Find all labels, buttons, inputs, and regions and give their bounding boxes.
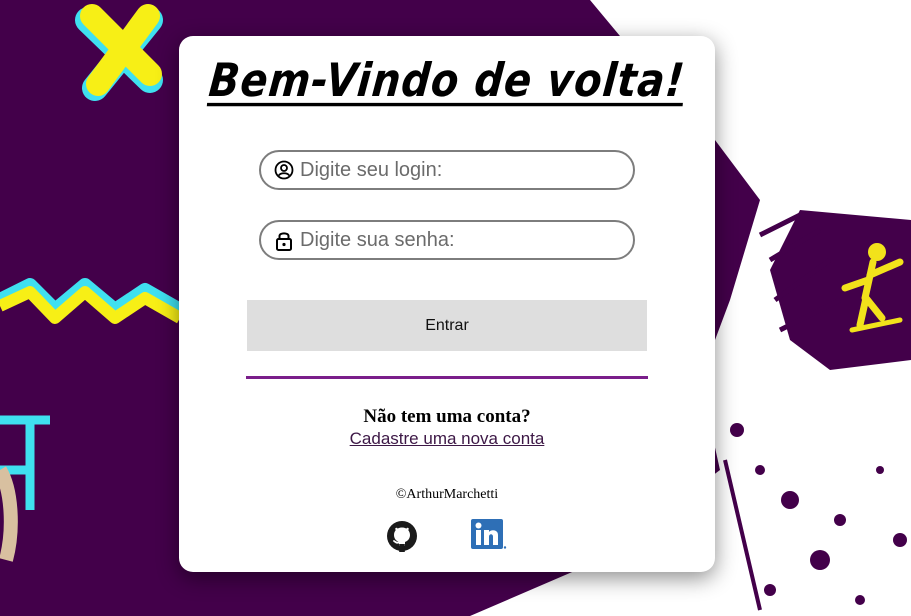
signup-question: Não tem uma conta? — [363, 406, 531, 427]
copyright-text: ©ArthurMarchetti — [395, 487, 499, 502]
login-input[interactable] — [300, 158, 633, 182]
login-field[interactable] — [259, 150, 635, 190]
password-field[interactable] — [259, 220, 635, 260]
signup-link[interactable]: Cadastre uma nova conta — [179, 429, 715, 449]
github-icon[interactable] — [386, 520, 418, 552]
login-card: Bem-Vindo de volta! Entrar Não tem uma c… — [179, 36, 715, 572]
divider — [246, 376, 648, 379]
password-input[interactable] — [300, 228, 633, 252]
submit-button[interactable]: Entrar — [247, 300, 647, 351]
page-title: Bem-Vindo de volta! — [206, 54, 688, 108]
lock-icon — [274, 230, 294, 251]
user-circle-icon — [274, 160, 294, 180]
linkedin-icon[interactable] — [471, 519, 507, 551]
